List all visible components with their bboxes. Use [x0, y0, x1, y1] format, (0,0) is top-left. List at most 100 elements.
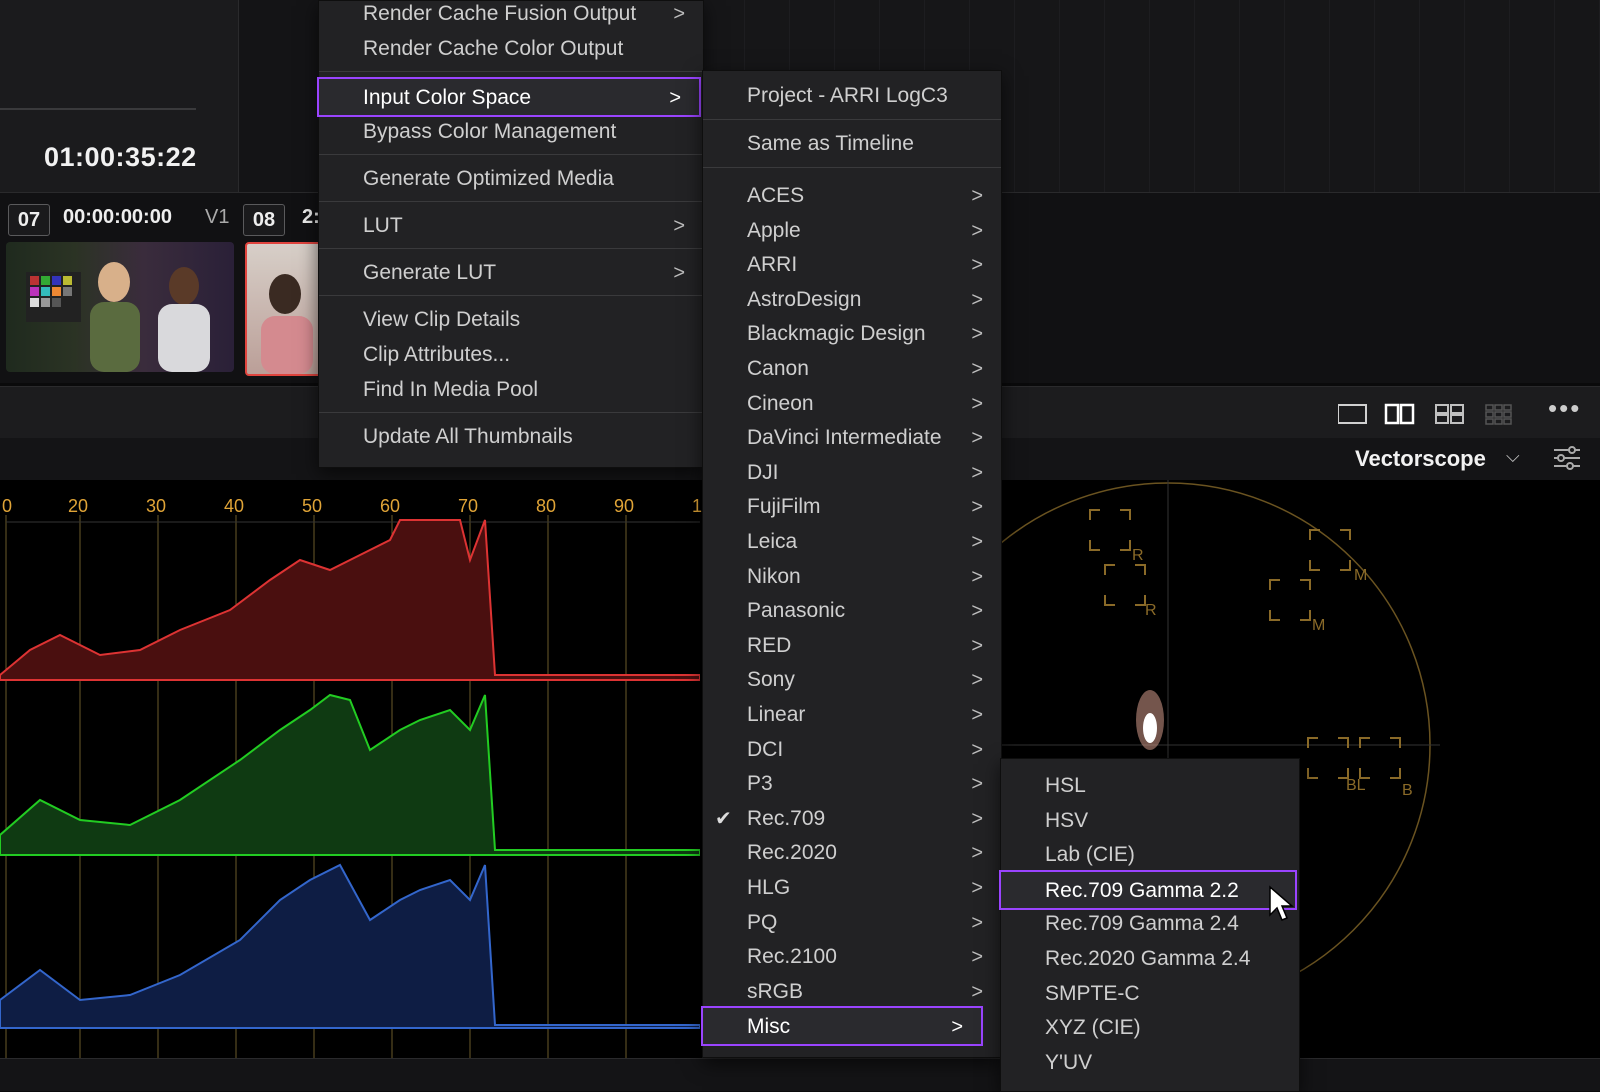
chevron-right-icon: > [971, 842, 983, 865]
submenu-item-astrodesign[interactable]: AstroDesign > [703, 283, 1001, 317]
ruler-label: 20 [68, 496, 89, 516]
misc-item-lab-cie-[interactable]: Lab (CIE) [1001, 838, 1299, 872]
chevron-right-icon: > [971, 461, 983, 484]
ruler-label: 80 [536, 496, 557, 516]
submenu-item-davinci-intermediate[interactable]: DaVinci Intermediate > [703, 421, 1001, 455]
page-nav-bar [0, 1058, 1600, 1091]
menu-item-label: RED [747, 633, 792, 657]
submenu-item-rec-709[interactable]: ✔ Rec.709 > [703, 802, 1001, 836]
clip-number: 08 [243, 204, 285, 236]
menu-item-label: Cineon [747, 391, 814, 415]
clip-track: V1 [205, 206, 230, 228]
menu-item-clip-attributes[interactable]: Clip Attributes... [319, 338, 703, 372]
submenu-item-dji[interactable]: DJI > [703, 456, 1001, 490]
thumbnail-image [261, 274, 313, 374]
scrub-bar[interactable] [0, 108, 196, 110]
scope-settings-icon[interactable] [1552, 444, 1582, 472]
submenu-item-red[interactable]: RED > [703, 629, 1001, 663]
chevron-right-icon: > [971, 496, 983, 519]
menu-item-label: Rec.2020 [747, 841, 837, 865]
menu-item-label: Apple [747, 218, 801, 242]
menu-item-label: XYZ (CIE) [1045, 1016, 1141, 1040]
submenu-item-srgb[interactable]: sRGB > [703, 975, 1001, 1009]
submenu-item-project-arri-logc3[interactable]: Project - ARRI LogC3 [703, 79, 1001, 113]
misc-item-rec-709-gamma-2-4[interactable]: Rec.709 Gamma 2.4 [1001, 907, 1299, 941]
menu-item-label: Linear [747, 703, 806, 726]
submenu-item-leica[interactable]: Leica > [703, 525, 1001, 559]
submenu-item-misc[interactable]: Misc > [701, 1006, 983, 1047]
menu-item-render-cache-fusion[interactable]: Render Cache Fusion Output > [319, 0, 703, 31]
menu-item-label: DCI [747, 737, 784, 761]
misc-item-rec-709-gamma-2-2[interactable]: Rec.709 Gamma 2.2 [999, 869, 1297, 910]
more-options-icon[interactable]: ••• [1548, 393, 1581, 424]
menu-item-input-color-space[interactable]: Input Color Space > [317, 77, 701, 117]
submenu-item-nikon[interactable]: Nikon > [703, 560, 1001, 594]
clip-thumbnail[interactable] [6, 242, 234, 372]
misc-item-rec-2020-gamma-2-4[interactable]: Rec.2020 Gamma 2.4 [1001, 942, 1299, 976]
submenu-item-fujifilm[interactable]: FujiFilm > [703, 490, 1001, 524]
menu-separator [319, 412, 703, 413]
submenu-item-pq[interactable]: PQ > [703, 906, 1001, 940]
vector-label: R [1145, 602, 1157, 619]
menu-item-label: Render Cache Fusion Output [363, 2, 637, 25]
menu-item-label: Same as Timeline [747, 132, 914, 155]
menu-item-view-clip-details[interactable]: View Clip Details [319, 303, 703, 337]
submenu-item-aces[interactable]: ACES > [703, 179, 1001, 213]
menu-item-bypass-color-management[interactable]: Bypass Color Management [319, 115, 703, 149]
submenu-item-dci[interactable]: DCI > [703, 733, 1001, 767]
submenu-item-cineon[interactable]: Cineon > [703, 387, 1001, 421]
menu-item-label: LUT [363, 214, 403, 237]
menu-item-update-all-thumbnails[interactable]: Update All Thumbnails [319, 420, 703, 454]
menu-separator [703, 119, 1001, 120]
menu-item-label: Panasonic [747, 599, 846, 623]
menu-item-label: Find In Media Pool [363, 378, 539, 401]
submenu-item-panasonic[interactable]: Panasonic > [703, 594, 1001, 628]
submenu-item-sony[interactable]: Sony > [703, 663, 1001, 697]
chevron-right-icon: > [669, 87, 681, 109]
submenu-item-linear[interactable]: Linear > [703, 698, 1001, 732]
menu-item-label: DJI [747, 460, 779, 484]
menu-item-label: Sony [747, 668, 795, 692]
menu-item-find-in-media-pool[interactable]: Find In Media Pool [319, 373, 703, 407]
chevron-right-icon: > [971, 911, 983, 934]
menu-item-label: sRGB [747, 979, 804, 1003]
submenu-item-p3[interactable]: P3 > [703, 767, 1001, 801]
submenu-item-arri[interactable]: ARRI > [703, 248, 1001, 282]
misc-item-hsl[interactable]: HSL [1001, 769, 1299, 803]
submenu-item-hlg[interactable]: HLG > [703, 871, 1001, 905]
clip-thumbnail-selected[interactable] [245, 242, 324, 376]
submenu-item-rec-2100[interactable]: Rec.2100 > [703, 940, 1001, 974]
menu-item-label: HSL [1045, 774, 1086, 797]
chevron-down-icon[interactable]: ⌵ [1506, 446, 1520, 467]
thumbnail-image [26, 262, 210, 372]
menu-item-label: PQ [747, 910, 778, 934]
menu-item-label: Render Cache Color Output [363, 37, 624, 60]
checkmark-icon: ✔ [715, 807, 732, 830]
menu-item-lut[interactable]: LUT > [319, 209, 703, 243]
chevron-right-icon: > [971, 773, 983, 796]
submenu-item-apple[interactable]: Apple > [703, 214, 1001, 248]
misc-item-hsv[interactable]: HSV [1001, 804, 1299, 838]
menu-item-generate-lut[interactable]: Generate LUT > [319, 256, 703, 290]
menu-item-render-cache-color[interactable]: Render Cache Color Output [319, 32, 703, 66]
misc-item-y-uv[interactable]: Y'UV [1001, 1046, 1299, 1080]
menu-item-label: Leica [747, 530, 798, 553]
vector-label: BL [1346, 777, 1366, 794]
menu-item-label: Rec.2100 [747, 945, 837, 969]
misc-item-smpte-c[interactable]: SMPTE-C [1001, 977, 1299, 1011]
chevron-right-icon: > [971, 980, 983, 1003]
vector-label: B [1402, 782, 1413, 799]
chevron-right-icon: > [971, 738, 983, 761]
ruler-label: 70 [458, 496, 479, 516]
misc-item-xyz-cie-[interactable]: XYZ (CIE) [1001, 1011, 1299, 1045]
scope-type-dropdown[interactable]: Vectorscope [1355, 446, 1486, 472]
submenu-item-canon[interactable]: Canon > [703, 352, 1001, 386]
chevron-right-icon: > [971, 358, 983, 380]
submenu-item-blackmagic-design[interactable]: Blackmagic Design > [703, 317, 1001, 351]
chevron-right-icon: > [971, 704, 983, 726]
menu-item-label: Clip Attributes... [363, 343, 511, 366]
menu-item-generate-optimized-media[interactable]: Generate Optimized Media [319, 162, 703, 196]
menu-item-label: Blackmagic Design [747, 322, 926, 346]
submenu-item-rec-2020[interactable]: Rec.2020 > [703, 836, 1001, 870]
submenu-item-same-as-timeline[interactable]: Same as Timeline [703, 127, 1001, 161]
